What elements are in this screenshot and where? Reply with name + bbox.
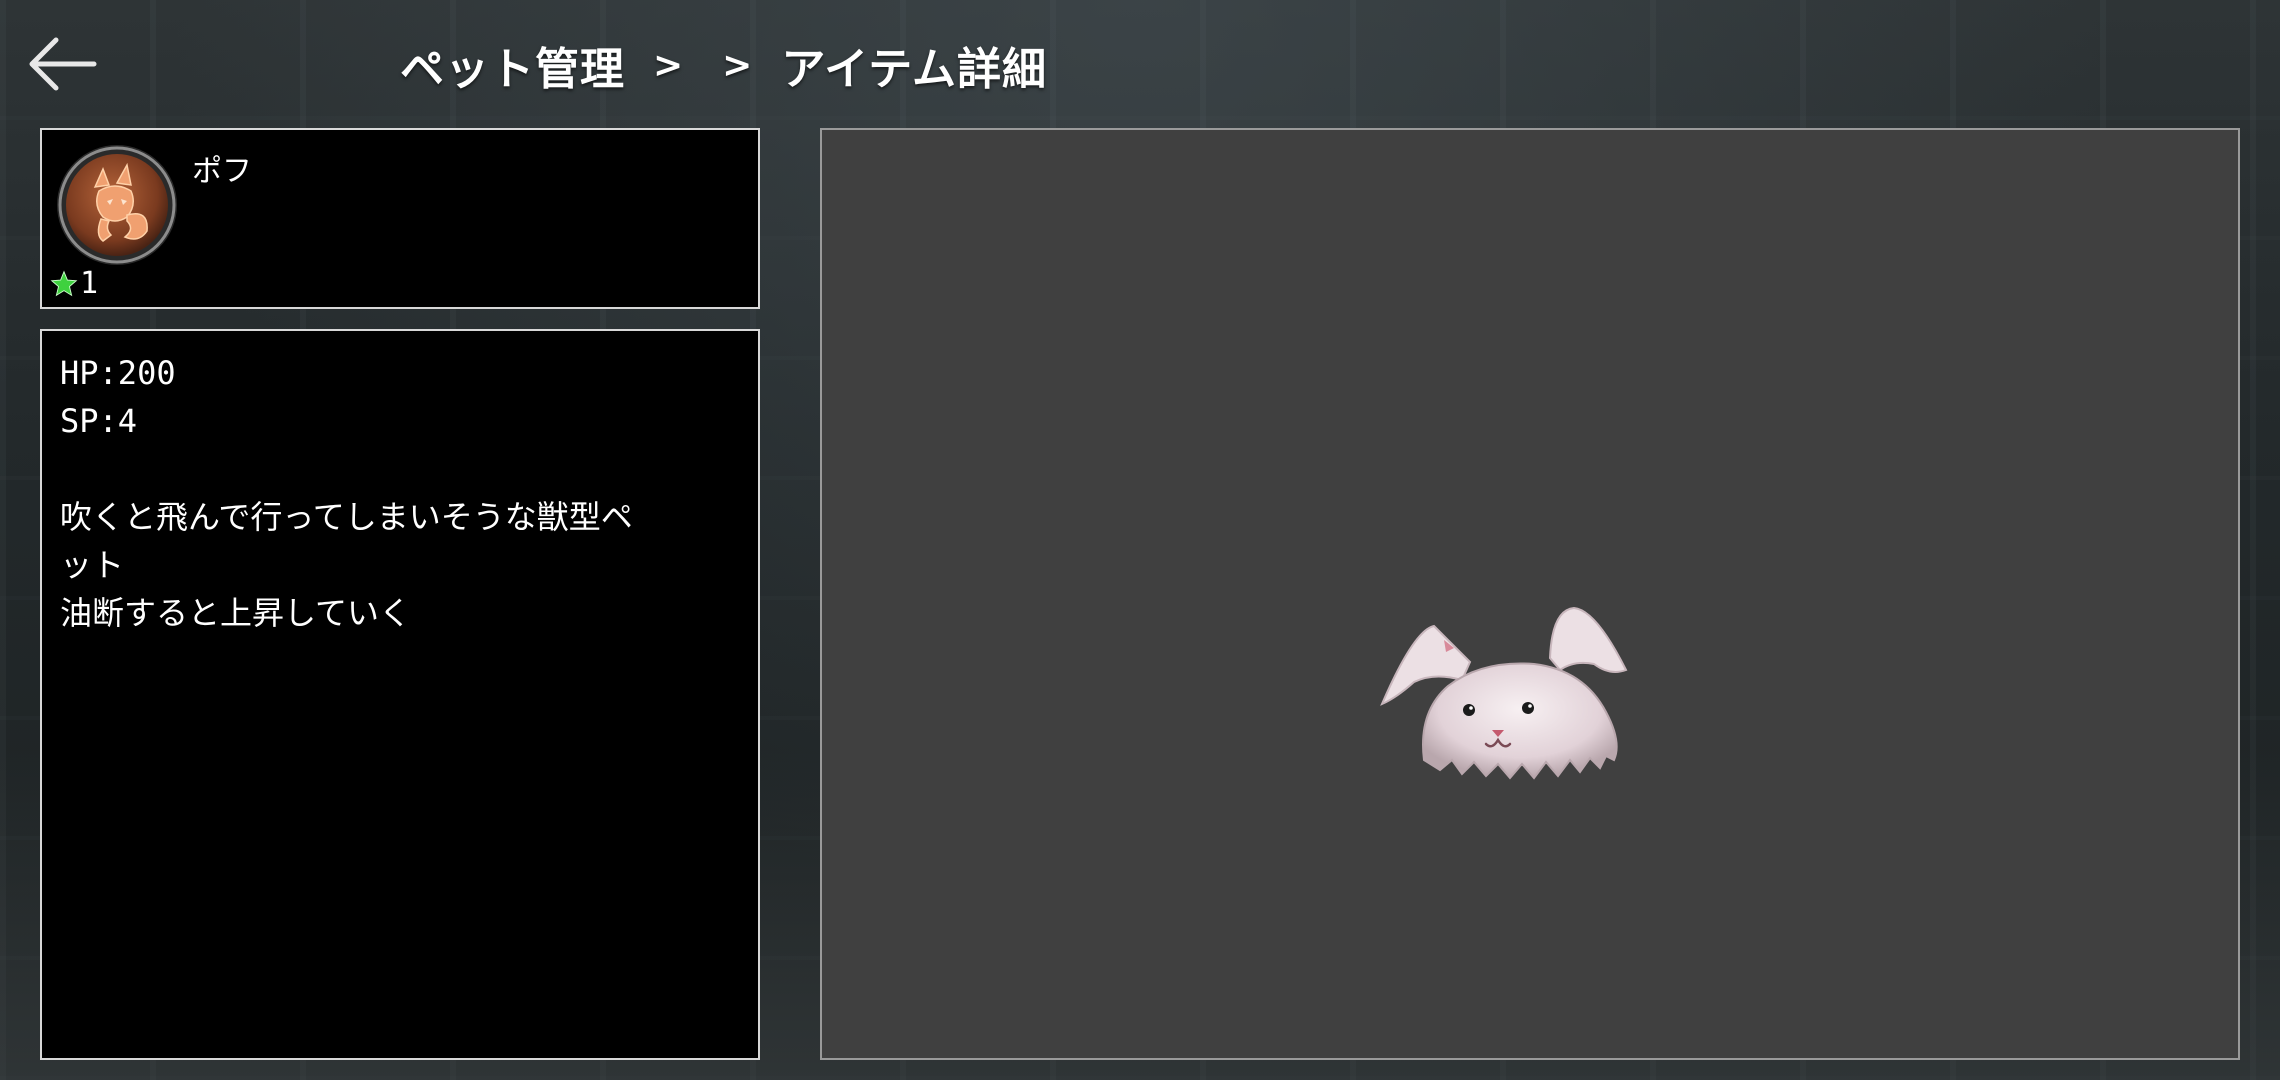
back-button[interactable] xyxy=(22,28,102,100)
pet-card: ポフ 1 xyxy=(40,128,760,309)
breadcrumb-separator: > xyxy=(653,44,685,86)
pet-rank-value: 1 xyxy=(80,266,99,301)
pet-details-panel: HP:200 SP:4 吹くと飛んで行ってしまいそうな獣型ペ ット 油断すると上… xyxy=(40,329,760,1060)
sp-stat: SP:4 xyxy=(60,402,138,440)
hp-stat: HP:200 xyxy=(60,354,176,392)
pet-model-preview[interactable] xyxy=(820,128,2240,1060)
pet-rank: 1 xyxy=(50,266,98,301)
breadcrumb-current-item-detail: アイテム詳細 xyxy=(781,44,1047,95)
pet-name: ポフ xyxy=(192,154,252,189)
description-line: ット xyxy=(60,546,125,584)
breadcrumb-pet-management[interactable]: ペット管理 xyxy=(400,33,625,97)
header: ペット管理 > > アイテム詳細 xyxy=(0,0,2280,128)
fox-emblem-icon xyxy=(57,145,177,265)
breadcrumb: ペット管理 > > アイテム詳細 xyxy=(400,34,1047,96)
pet-details-text: HP:200 SP:4 吹くと飛んで行ってしまいそうな獣型ペ ット 油断すると上… xyxy=(60,349,740,637)
description-line: 吹くと飛んで行ってしまいそうな獣型ペ xyxy=(60,498,633,536)
breadcrumb-separator: > xyxy=(722,44,754,86)
star-icon xyxy=(50,270,78,296)
arrow-left-icon xyxy=(29,37,97,91)
description-line: 油断すると上昇していく xyxy=(60,594,412,632)
pet-model-poff[interactable] xyxy=(1374,600,1654,790)
